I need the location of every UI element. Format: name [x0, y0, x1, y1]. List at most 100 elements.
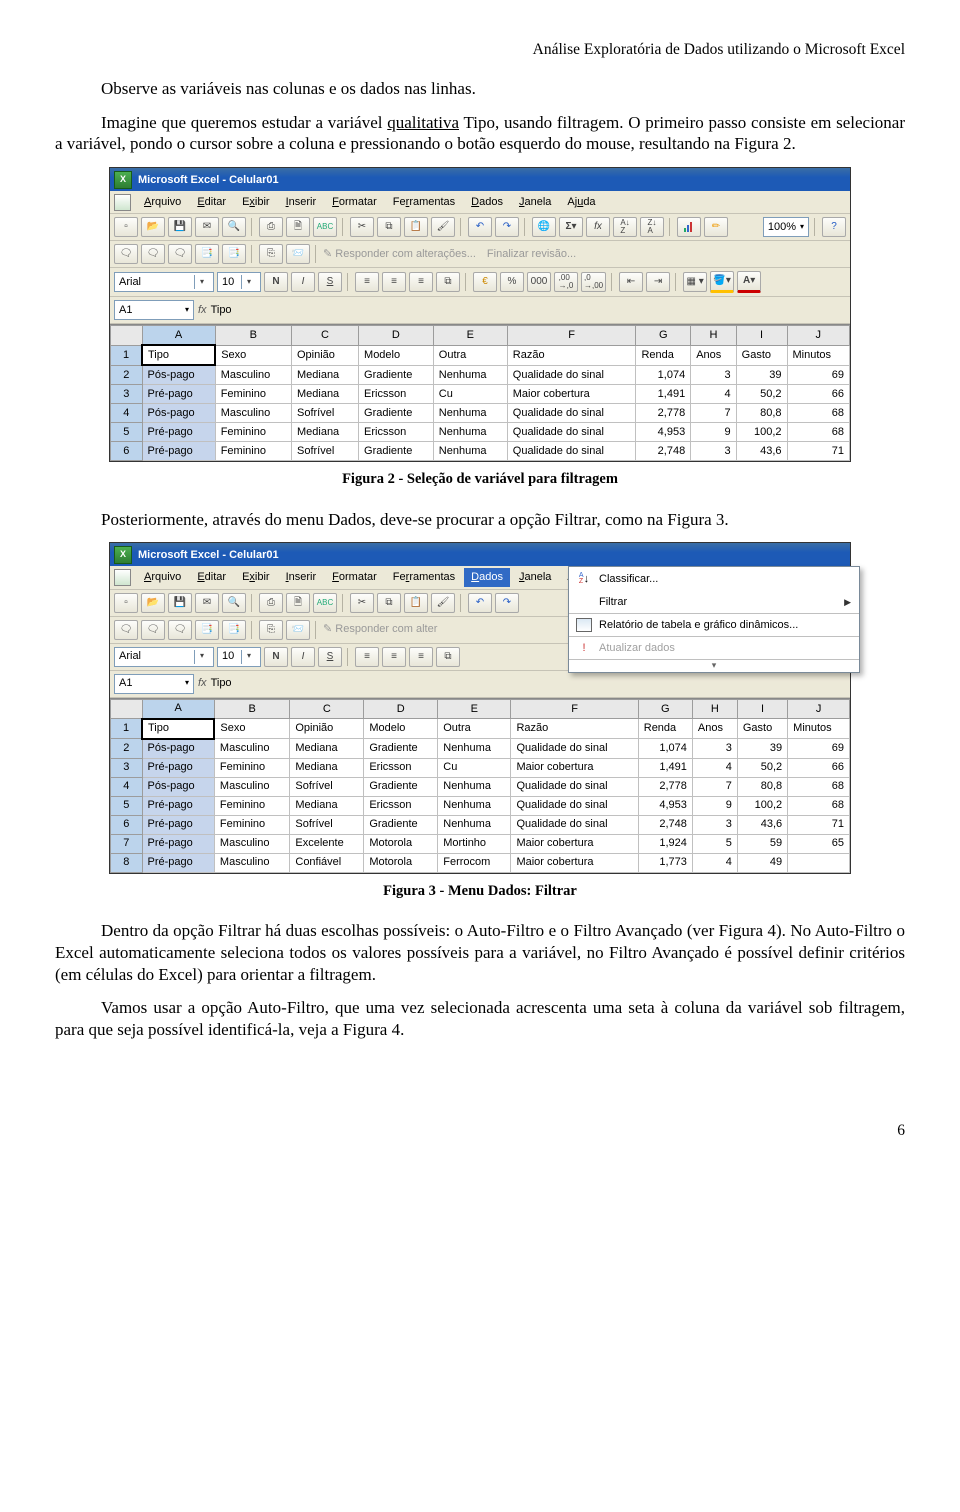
preview-icon[interactable]: 🗎: [286, 593, 310, 613]
menu-editar[interactable]: Editar: [190, 193, 233, 211]
mail-icon[interactable]: ✉: [195, 593, 219, 613]
menu-expand-icon[interactable]: ▾: [569, 659, 859, 672]
print-icon[interactable]: ⎙: [259, 217, 283, 237]
function-icon[interactable]: fx: [586, 217, 610, 237]
new-icon[interactable]: ▫: [114, 593, 138, 613]
grid-table[interactable]: ABCDEFGHIJ1TipoSexoOpiniãoModeloOutraRaz…: [110, 325, 850, 461]
review4-icon[interactable]: 📑: [195, 620, 219, 640]
new-icon[interactable]: ▫: [114, 217, 138, 237]
font-color-icon[interactable]: A▾: [737, 271, 761, 293]
font-combo[interactable]: Arial▾: [114, 647, 214, 667]
underline-icon[interactable]: S: [318, 647, 342, 667]
menu-relatorio[interactable]: Relatório de tabela e gráfico dinâmicos.…: [569, 613, 859, 636]
zoom-combo[interactable]: 100%▾: [763, 217, 809, 237]
dados-dropdown[interactable]: AZ↓ Classificar... Filtrar ▶ Relatório d…: [568, 566, 860, 673]
borders-icon[interactable]: ▦ ▾: [683, 272, 707, 292]
save-icon[interactable]: 💾: [168, 217, 192, 237]
hyperlink-icon[interactable]: 🌐: [532, 217, 556, 237]
italic-icon[interactable]: I: [291, 647, 315, 667]
fontsize-combo[interactable]: 10▾: [217, 647, 261, 667]
cut-icon[interactable]: ✂: [350, 593, 374, 613]
formula-value[interactable]: Tipo: [211, 303, 232, 317]
menu-formatar[interactable]: Formatar: [325, 193, 384, 211]
menu-dados[interactable]: Dados: [464, 193, 510, 211]
autosum-icon[interactable]: Σ ▾: [559, 217, 583, 237]
menu-inserir[interactable]: Inserir: [279, 193, 324, 211]
redo-icon[interactable]: ↷: [495, 593, 519, 613]
menu-arquivo[interactable]: Arquivo: [137, 193, 188, 211]
menubar[interactable]: Arquivo Editar Exibir Inserir Formatar F…: [110, 191, 850, 214]
fx-icon[interactable]: fx: [198, 303, 207, 317]
align-left-icon[interactable]: ≡: [355, 647, 379, 667]
align-center-icon[interactable]: ≡: [382, 647, 406, 667]
review3-icon[interactable]: 🗨: [168, 620, 192, 640]
merge-icon[interactable]: ⧉: [436, 272, 460, 292]
undo-icon[interactable]: ↶: [468, 217, 492, 237]
percent-icon[interactable]: %: [500, 272, 524, 292]
mail-icon[interactable]: ✉: [195, 217, 219, 237]
currency-icon[interactable]: €: [473, 272, 497, 292]
menu-inserir[interactable]: Inserir: [279, 568, 324, 586]
review6-icon[interactable]: ⎘: [259, 620, 283, 640]
formula-value[interactable]: Tipo: [211, 676, 232, 690]
cut-icon[interactable]: ✂: [350, 217, 374, 237]
sort-desc-icon[interactable]: Z↓A: [640, 217, 664, 237]
review7-icon[interactable]: 📨: [286, 620, 310, 640]
menu-classificar[interactable]: AZ↓ Classificar...: [569, 567, 859, 590]
review5-icon[interactable]: 📑: [222, 244, 246, 264]
copy-icon[interactable]: ⧉: [377, 593, 401, 613]
underline-icon[interactable]: S: [318, 272, 342, 292]
menu-janela[interactable]: Janela: [512, 568, 558, 586]
chart-wizard-icon[interactable]: [677, 217, 701, 237]
worksheet[interactable]: ABCDEFGHIJ1TipoSexoOpiniãoModeloOutraRaz…: [110, 698, 850, 873]
copy-icon[interactable]: ⧉: [377, 217, 401, 237]
review5-icon[interactable]: 📑: [222, 620, 246, 640]
review2-icon[interactable]: 🗨: [141, 244, 165, 264]
sort-asc-icon[interactable]: A↓Z: [613, 217, 637, 237]
menu-exibir[interactable]: Exibir: [235, 193, 277, 211]
align-right-icon[interactable]: ≡: [409, 272, 433, 292]
name-box[interactable]: A1▾: [114, 674, 194, 694]
search-icon[interactable]: 🔍: [222, 217, 246, 237]
save-icon[interactable]: 💾: [168, 593, 192, 613]
help-icon[interactable]: ?: [822, 217, 846, 237]
paste-icon[interactable]: 📋: [404, 217, 428, 237]
merge-icon[interactable]: ⧉: [436, 647, 460, 667]
fill-color-icon[interactable]: 🪣▾: [710, 271, 734, 293]
preview-icon[interactable]: 🗎: [286, 217, 310, 237]
thousand-icon[interactable]: 000: [527, 272, 551, 292]
review1-icon[interactable]: 🗨: [114, 620, 138, 640]
review7-icon[interactable]: 📨: [286, 244, 310, 264]
menu-editar[interactable]: Editar: [190, 568, 233, 586]
menu-dados[interactable]: Dados: [464, 568, 510, 586]
menu-arquivo[interactable]: Arquivo: [137, 568, 188, 586]
redo-icon[interactable]: ↷: [495, 217, 519, 237]
bold-icon[interactable]: N: [264, 647, 288, 667]
align-left-icon[interactable]: ≡: [355, 272, 379, 292]
inc-indent-icon[interactable]: ⇥: [646, 272, 670, 292]
spell-icon[interactable]: ABC: [313, 593, 337, 613]
print-icon[interactable]: ⎙: [259, 593, 283, 613]
name-box[interactable]: A1▾: [114, 300, 194, 320]
spell-icon[interactable]: ABC: [313, 217, 337, 237]
menu-ferramentas[interactable]: Ferramentas: [386, 193, 462, 211]
review2-icon[interactable]: 🗨: [141, 620, 165, 640]
menu-filtrar[interactable]: Filtrar ▶: [569, 590, 859, 613]
open-icon[interactable]: 📂: [141, 593, 165, 613]
menu-ajuda[interactable]: Ajuda: [560, 193, 602, 211]
bold-icon[interactable]: N: [264, 272, 288, 292]
drawing-icon[interactable]: ✏: [704, 217, 728, 237]
worksheet[interactable]: ABCDEFGHIJ1TipoSexoOpiniãoModeloOutraRaz…: [110, 324, 850, 461]
review4-icon[interactable]: 📑: [195, 244, 219, 264]
review1-icon[interactable]: 🗨: [114, 244, 138, 264]
align-center-icon[interactable]: ≡: [382, 272, 406, 292]
fx-icon[interactable]: fx: [198, 676, 207, 690]
inc-decimal-icon[interactable]: ,00→,0: [554, 272, 578, 292]
undo-icon[interactable]: ↶: [468, 593, 492, 613]
menu-ferramentas[interactable]: Ferramentas: [386, 568, 462, 586]
dec-indent-icon[interactable]: ⇤: [619, 272, 643, 292]
review6-icon[interactable]: ⎘: [259, 244, 283, 264]
align-right-icon[interactable]: ≡: [409, 647, 433, 667]
menu-formatar[interactable]: Formatar: [325, 568, 384, 586]
grid-table[interactable]: ABCDEFGHIJ1TipoSexoOpiniãoModeloOutraRaz…: [110, 699, 850, 873]
